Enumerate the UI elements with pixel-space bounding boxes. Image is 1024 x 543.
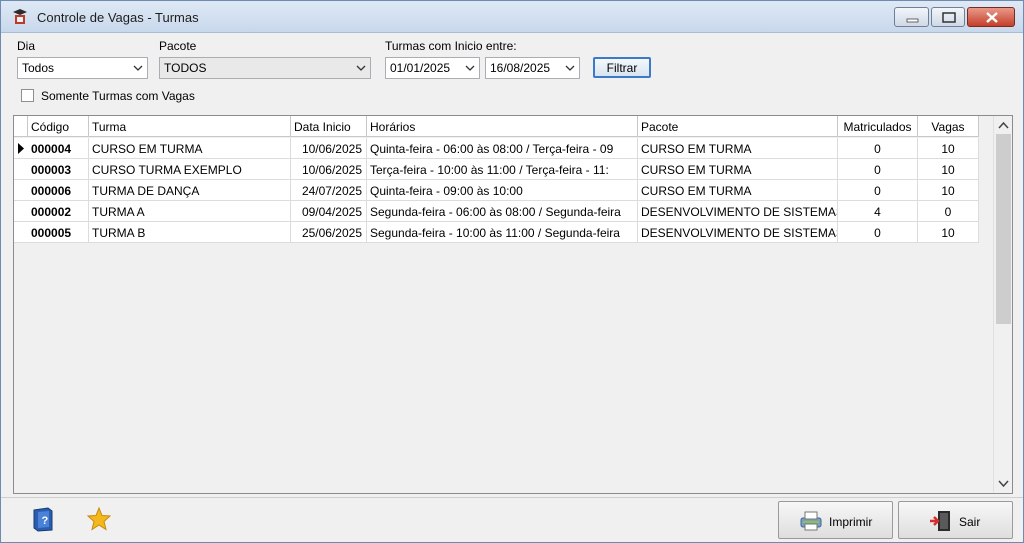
column-header-pacote[interactable]: Pacote <box>638 116 838 137</box>
pacote-select-value: TODOS <box>164 61 207 75</box>
end-date-picker[interactable]: 16/08/2025 <box>485 57 580 79</box>
cell-data-inicio: 10/06/2025 <box>291 138 367 159</box>
column-header-horarios[interactable]: Horários <box>367 116 638 137</box>
cell-codigo: 000006 <box>28 180 89 201</box>
dia-label: Dia <box>17 39 36 53</box>
start-date-value: 01/01/2025 <box>390 61 451 75</box>
cell-horarios: Quinta-feira - 06:00 às 08:00 / Terça-fe… <box>367 138 638 159</box>
dia-select-value: Todos <box>22 61 55 75</box>
current-row-arrow-icon <box>18 143 24 154</box>
print-button-label: Imprimir <box>829 515 873 529</box>
cell-data-inicio: 09/04/2025 <box>291 201 367 222</box>
turmas-grid[interactable]: Código Turma Data Inicio Horários Pacote… <box>13 115 1013 494</box>
column-header-codigo[interactable]: Código <box>28 116 89 137</box>
cell-matriculados: 4 <box>838 201 918 222</box>
cell-turma: TURMA B <box>89 222 291 243</box>
cell-horarios: Segunda-feira - 10:00 às 11:00 / Segunda… <box>367 222 638 243</box>
column-header-vagas[interactable]: Vagas <box>918 116 979 137</box>
pacote-label: Pacote <box>159 39 197 53</box>
exit-button-label: Sair <box>959 515 981 529</box>
column-header-data-inicio[interactable]: Data Inicio <box>291 116 367 137</box>
cell-data-inicio: 10/06/2025 <box>291 159 367 180</box>
chevron-down-icon <box>465 65 475 71</box>
cell-matriculados: 0 <box>838 138 918 159</box>
cell-pacote: CURSO EM TURMA <box>638 180 838 201</box>
exit-door-icon <box>930 511 950 531</box>
cell-codigo: 000004 <box>28 138 89 159</box>
table-row[interactable]: 000003 CURSO TURMA EXEMPLO 10/06/2025 Te… <box>14 159 979 180</box>
minimize-icon <box>906 18 919 23</box>
header-indicator <box>14 116 28 137</box>
only-vacancies-label: Somente Turmas com Vagas <box>41 89 195 103</box>
cell-horarios: Quinta-feira - 09:00 às 10:00 <box>367 180 638 201</box>
cell-codigo: 000005 <box>28 222 89 243</box>
pacote-select[interactable]: TODOS <box>159 57 371 79</box>
bottom-toolbar: ? Imprimir Sair <box>1 497 1023 542</box>
cell-matriculados: 0 <box>838 159 918 180</box>
cell-matriculados: 0 <box>838 180 918 201</box>
cell-vagas: 0 <box>918 201 979 222</box>
title-bar[interactable]: Controle de Vagas - Turmas <box>1 1 1023 33</box>
cell-vagas: 10 <box>918 138 979 159</box>
help-book-icon[interactable]: ? <box>31 506 55 532</box>
star-icon[interactable] <box>87 506 111 532</box>
chevron-up-icon[interactable] <box>998 121 1009 129</box>
table-row[interactable]: 000006 TURMA DE DANÇA 24/07/2025 Quinta-… <box>14 180 979 201</box>
scrollbar-thumb[interactable] <box>996 134 1011 324</box>
column-header-matriculados[interactable]: Matriculados <box>838 116 918 137</box>
printer-icon <box>800 511 822 531</box>
maximize-button[interactable] <box>931 7 965 27</box>
cell-pacote: DESENVOLVIMENTO DE SISTEMAS <box>638 201 838 222</box>
main-window: Controle de Vagas - Turmas Dia Todos Pac… <box>0 0 1024 543</box>
cell-vagas: 10 <box>918 180 979 201</box>
cell-turma: CURSO TURMA EXEMPLO <box>89 159 291 180</box>
chevron-down-icon <box>565 65 575 71</box>
column-header-turma[interactable]: Turma <box>89 116 291 137</box>
cell-horarios: Terça-feira - 10:00 às 11:00 / Terça-fei… <box>367 159 638 180</box>
svg-text:?: ? <box>42 515 49 527</box>
minimize-button[interactable] <box>894 7 929 27</box>
table-row[interactable]: 000005 TURMA B 25/06/2025 Segunda-feira … <box>14 222 979 243</box>
cell-codigo: 000003 <box>28 159 89 180</box>
start-date-picker[interactable]: 01/01/2025 <box>385 57 480 79</box>
exit-button[interactable]: Sair <box>898 501 1013 539</box>
grid-body: Código Turma Data Inicio Horários Pacote… <box>14 116 992 493</box>
chevron-down-icon <box>133 65 143 71</box>
dia-select[interactable]: Todos <box>17 57 148 79</box>
window-title: Controle de Vagas - Turmas <box>37 10 199 25</box>
cell-pacote: CURSO EM TURMA <box>638 159 838 180</box>
chevron-down-icon[interactable] <box>998 480 1009 488</box>
filter-button[interactable]: Filtrar <box>593 57 651 78</box>
cell-pacote: DESENVOLVIMENTO DE SISTEMAS <box>638 222 838 243</box>
cell-data-inicio: 24/07/2025 <box>291 180 367 201</box>
cell-data-inicio: 25/06/2025 <box>291 222 367 243</box>
cell-turma: TURMA A <box>89 201 291 222</box>
cell-horarios: Segunda-feira - 06:00 às 08:00 / Segunda… <box>367 201 638 222</box>
cell-matriculados: 0 <box>838 222 918 243</box>
table-row[interactable]: 000004 CURSO EM TURMA 10/06/2025 Quinta-… <box>14 138 979 159</box>
cell-codigo: 000002 <box>28 201 89 222</box>
close-button[interactable] <box>967 7 1015 27</box>
cell-pacote: CURSO EM TURMA <box>638 138 838 159</box>
end-date-value: 16/08/2025 <box>490 61 551 75</box>
table-row[interactable]: 000002 TURMA A 09/04/2025 Segunda-feira … <box>14 201 979 222</box>
grid-header: Código Turma Data Inicio Horários Pacote… <box>14 116 979 137</box>
close-icon <box>986 12 998 23</box>
print-button[interactable]: Imprimir <box>778 501 893 539</box>
vertical-scrollbar[interactable] <box>993 116 1012 493</box>
cell-turma: TURMA DE DANÇA <box>89 180 291 201</box>
app-icon <box>13 9 27 24</box>
maximize-icon <box>942 12 956 23</box>
cell-turma: CURSO EM TURMA <box>89 138 291 159</box>
cell-vagas: 10 <box>918 159 979 180</box>
periodo-label: Turmas com Inicio entre: <box>385 39 517 53</box>
chevron-down-icon <box>356 65 366 71</box>
cell-vagas: 10 <box>918 222 979 243</box>
only-vacancies-checkbox[interactable] <box>21 89 34 102</box>
